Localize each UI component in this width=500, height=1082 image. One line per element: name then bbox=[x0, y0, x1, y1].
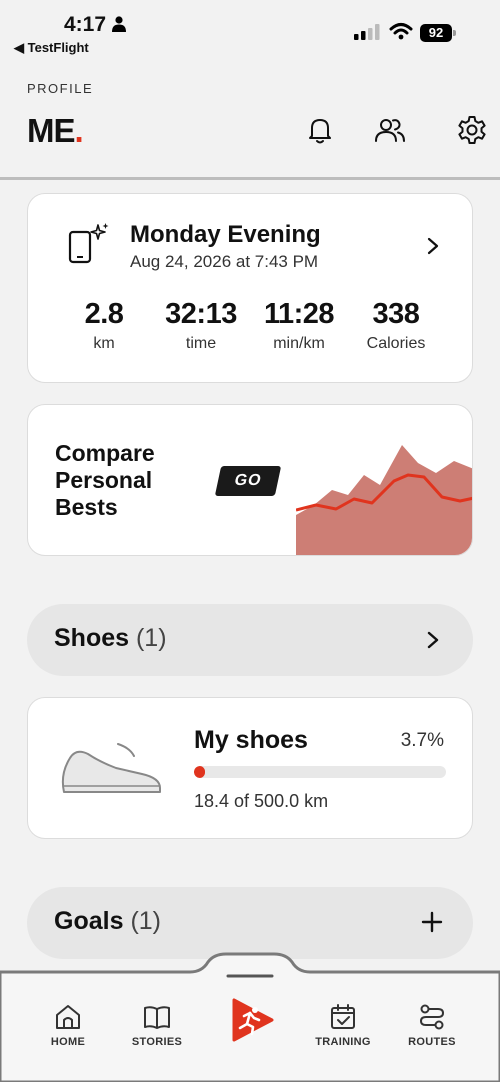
section-count: (1) bbox=[130, 907, 161, 935]
shoe-card[interactable]: My shoes 3.7% 18.4 of 500.0 km bbox=[27, 697, 473, 839]
stat-label: time bbox=[185, 335, 217, 352]
phone-sparkle-icon bbox=[68, 223, 109, 264]
cellular-signal-icon bbox=[354, 24, 380, 40]
status-bar: 4:17 ◀ TestFlight 92 bbox=[0, 0, 500, 62]
stat-pace: 11:28 min/km bbox=[249, 298, 349, 353]
stat-time: 32:13 time bbox=[151, 298, 251, 353]
battery-indicator: 92 bbox=[420, 24, 456, 42]
shoe-usage-bar bbox=[194, 766, 446, 778]
bell-icon[interactable] bbox=[304, 114, 336, 146]
stat-value: 32:13 bbox=[165, 298, 237, 330]
wifi-icon bbox=[389, 23, 413, 40]
tab-training[interactable]: TRAINING bbox=[298, 1002, 388, 1048]
shoe-usage-fill bbox=[194, 766, 206, 778]
run-icon[interactable] bbox=[226, 996, 274, 1044]
bottom-tab-bar: HOME STORIES TRAINING ROUTES bbox=[0, 952, 500, 1082]
settings-gear-icon[interactable] bbox=[456, 114, 488, 146]
back-to-app-link[interactable]: ◀ TestFlight bbox=[14, 40, 89, 56]
section-count: (1) bbox=[135, 624, 167, 652]
page-title: ME. bbox=[27, 112, 84, 150]
page-header: PROFILE ME. bbox=[0, 62, 500, 180]
chevron-right-icon[interactable] bbox=[427, 631, 439, 649]
section-title-text: Shoes bbox=[54, 624, 130, 652]
stat-label: Calories bbox=[366, 335, 426, 352]
shoe-usage-percent: 3.7% bbox=[400, 730, 444, 751]
personal-bests-graphic bbox=[296, 445, 472, 555]
chevron-right-icon[interactable] bbox=[426, 236, 440, 256]
goals-section-title: Goals (1) bbox=[54, 907, 161, 936]
tab-routes[interactable]: ROUTES bbox=[387, 1002, 477, 1048]
battery-cap bbox=[453, 30, 456, 36]
section-title-text: Goals bbox=[54, 907, 124, 935]
tab-label: TRAINING bbox=[315, 1036, 371, 1048]
tab-stories[interactable]: STORIES bbox=[112, 1002, 202, 1048]
friends-icon[interactable] bbox=[374, 114, 406, 146]
add-goal-plus-icon[interactable] bbox=[421, 911, 443, 933]
book-icon bbox=[144, 1006, 170, 1029]
stat-value: 338 bbox=[372, 298, 420, 330]
activity-title: Monday Evening bbox=[130, 221, 321, 248]
stat-value: 11:28 bbox=[263, 298, 335, 330]
tab-label: ROUTES bbox=[408, 1036, 456, 1048]
goals-section-row[interactable]: Goals (1) bbox=[27, 887, 473, 959]
compare-personal-bests-card[interactable]: Compare Personal Bests GO bbox=[27, 404, 473, 556]
shoe-icon bbox=[61, 743, 161, 793]
tab-label: STORIES bbox=[131, 1036, 183, 1048]
activity-date: Aug 24, 2026 at 7:43 PM bbox=[130, 252, 319, 271]
stat-value: 2.8 bbox=[84, 298, 124, 330]
stat-calories: 338 Calories bbox=[346, 298, 446, 353]
person-icon bbox=[112, 16, 126, 32]
last-activity-card[interactable]: Monday Evening Aug 24, 2026 at 7:43 PM 2… bbox=[27, 193, 473, 383]
page-title-dot: . bbox=[74, 112, 84, 149]
shoe-distance: 18.4 of 500.0 km bbox=[194, 791, 329, 811]
stat-label: km bbox=[93, 335, 115, 352]
back-app-label: TestFlight bbox=[27, 40, 89, 55]
shoe-name: My shoes bbox=[194, 726, 308, 754]
page-label: PROFILE bbox=[27, 81, 94, 96]
page-title-text: ME bbox=[27, 112, 75, 149]
calendar-check-icon bbox=[331, 1004, 355, 1029]
tab-label: HOME bbox=[50, 1036, 86, 1048]
shoes-section-row[interactable]: Shoes (1) bbox=[27, 604, 473, 676]
shoes-section-title: Shoes (1) bbox=[54, 624, 167, 653]
route-icon bbox=[419, 1004, 445, 1030]
go-button[interactable]: GO bbox=[214, 466, 282, 496]
tab-home[interactable]: HOME bbox=[23, 1002, 113, 1048]
stat-label: min/km bbox=[273, 335, 325, 352]
compare-title: Compare Personal Bests bbox=[55, 440, 155, 520]
battery-level: 92 bbox=[420, 24, 452, 42]
home-icon bbox=[56, 1005, 80, 1029]
status-time: 4:17 bbox=[64, 13, 107, 36]
stat-distance: 2.8 km bbox=[54, 298, 154, 353]
